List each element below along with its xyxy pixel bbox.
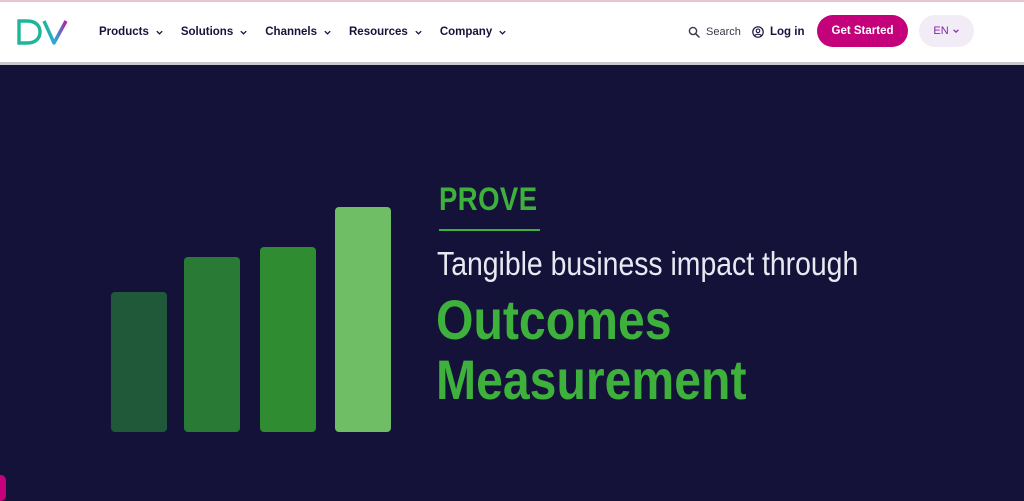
hero-bar-3 xyxy=(260,247,316,432)
nav-item-channels[interactable]: Channels xyxy=(265,26,332,38)
chevron-down-icon xyxy=(156,30,163,35)
chevron-down-icon xyxy=(415,30,422,35)
language-selector[interactable]: EN xyxy=(919,15,974,47)
nav-item-label: Company xyxy=(439,26,493,38)
nav-item-label: Resources xyxy=(349,26,408,38)
get-started-label: Get Started xyxy=(831,25,894,37)
nav-item-resources[interactable]: Resources xyxy=(349,26,423,38)
search-label: Search xyxy=(706,26,741,38)
main-nav: Products Solutions Channels Resources Co… xyxy=(99,2,524,62)
language-label: EN xyxy=(933,25,949,37)
dv-logo-icon[interactable] xyxy=(16,18,70,46)
nav-item-label: Products xyxy=(99,26,149,38)
hero-headline-line2: Measurement xyxy=(436,348,747,411)
hero-bar-1 xyxy=(111,292,167,432)
eyebrow-underline xyxy=(439,229,540,231)
get-started-button[interactable]: Get Started xyxy=(817,15,908,47)
hero-banner: PROVE Tangible business impact through O… xyxy=(0,65,1024,501)
search-button[interactable]: Search xyxy=(688,2,741,62)
user-icon xyxy=(752,26,764,38)
hero-subheading: Tangible business impact through xyxy=(437,245,859,282)
nav-item-products[interactable]: Products xyxy=(99,26,164,38)
chevron-down-icon xyxy=(952,29,959,33)
nav-item-solutions[interactable]: Solutions xyxy=(181,26,248,38)
search-icon xyxy=(688,26,700,38)
login-button[interactable]: Log in xyxy=(752,2,805,62)
nav-item-label: Solutions xyxy=(180,26,234,38)
login-label: Log in xyxy=(770,26,805,38)
hero-bar-2 xyxy=(184,257,240,432)
chevron-down-icon xyxy=(499,30,506,35)
hero-eyebrow: PROVE xyxy=(439,181,538,217)
chevron-down-icon xyxy=(240,30,247,35)
nav-item-label: Channels xyxy=(265,26,317,38)
nav-item-company[interactable]: Company xyxy=(440,26,507,38)
hero-headline-line1: Outcomes xyxy=(436,288,672,351)
top-navbar: Products Solutions Channels Resources Co… xyxy=(0,2,1024,62)
side-feedback-tab[interactable] xyxy=(0,475,6,501)
hero-bar-chart xyxy=(111,207,391,432)
chevron-down-icon xyxy=(324,30,331,35)
hero-bar-4 xyxy=(335,207,391,432)
